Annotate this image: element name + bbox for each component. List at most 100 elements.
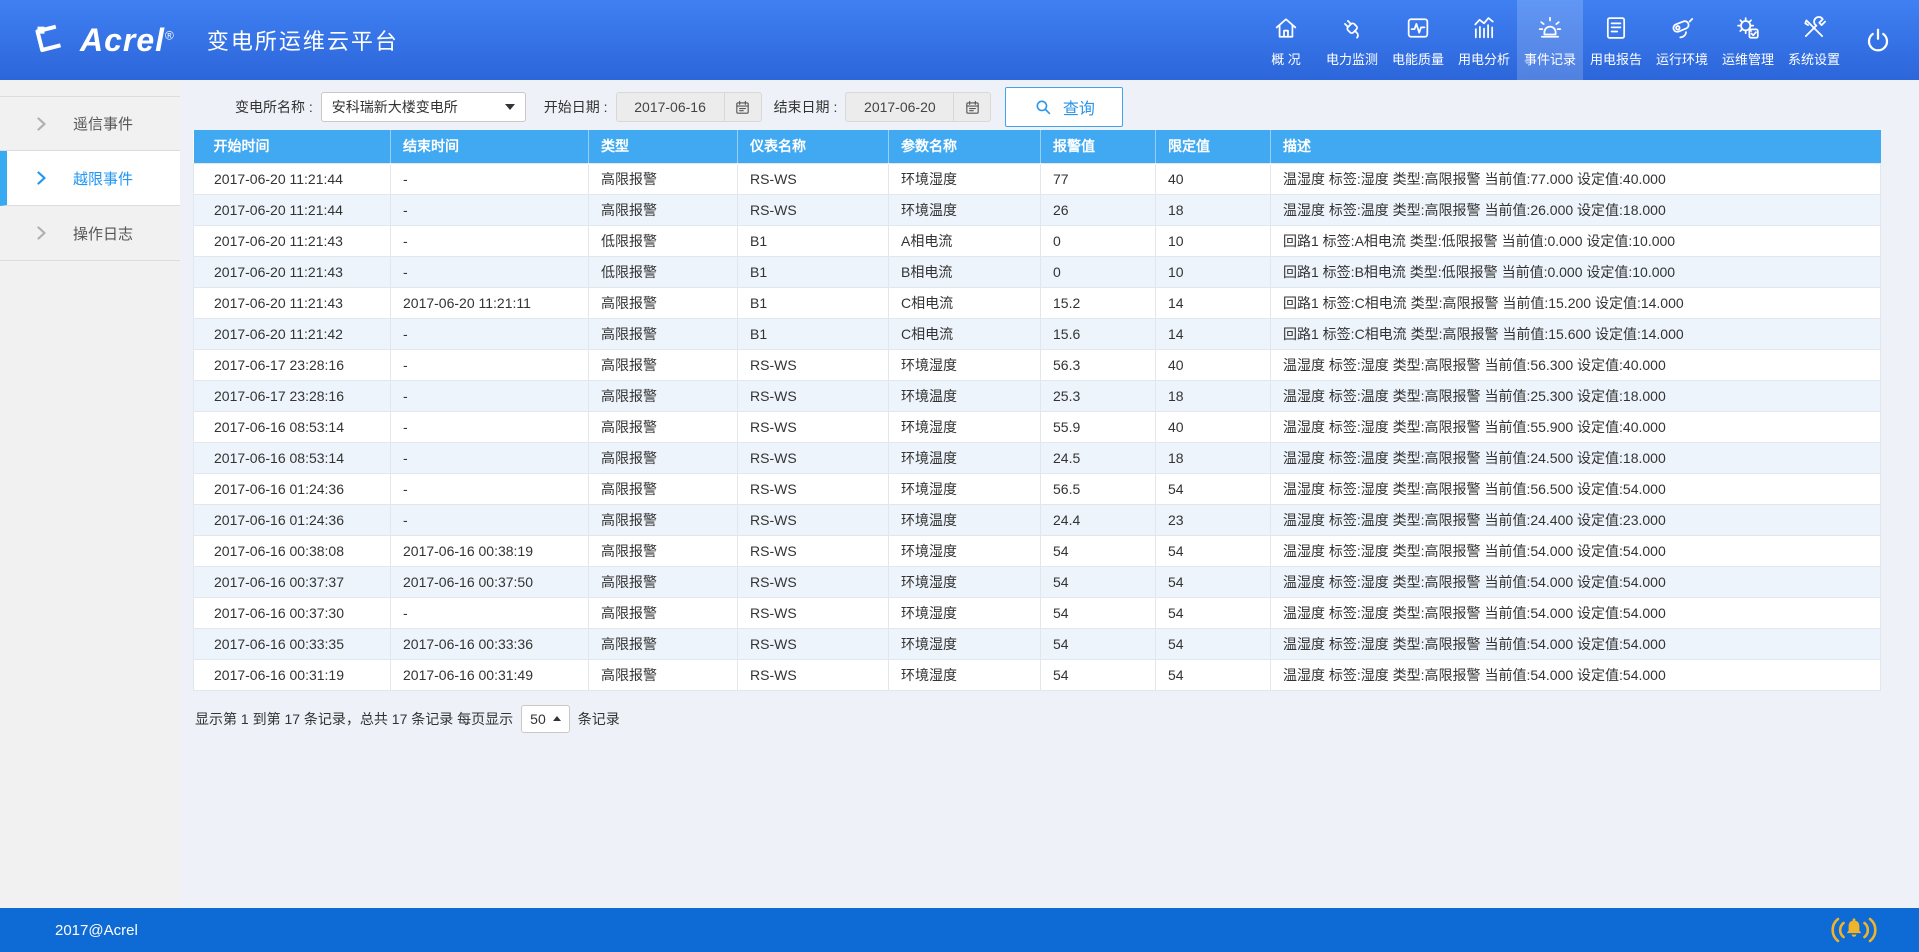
table-cell: 温湿度 标签:湿度 类型:高限报警 当前值:54.000 设定值:54.000 <box>1271 535 1881 566</box>
query-button-label: 查询 <box>1063 95 1095 119</box>
column-header-4: 参数名称 <box>889 130 1041 163</box>
table-cell: 2017-06-17 23:28:16 <box>194 380 391 411</box>
table-row: 2017-06-16 00:37:372017-06-16 00:37:50高限… <box>194 566 1881 597</box>
logo-text: Acrel® <box>80 22 175 59</box>
nav-item-event-records[interactable]: 事件记录 <box>1517 0 1583 80</box>
sidebar-item-label: 遥信事件 <box>73 113 133 134</box>
table-cell: 高限报警 <box>589 628 738 659</box>
acrel-logo-icon <box>30 20 70 60</box>
table-cell: RS-WS <box>738 535 889 566</box>
table-cell: 77 <box>1041 163 1156 194</box>
station-select-value: 安科瑞新大楼变电所 <box>332 97 458 117</box>
table-cell: 24.5 <box>1041 442 1156 473</box>
sidebar-item-operation-log[interactable]: 操作日志 <box>0 206 180 261</box>
nav-item-power-monitoring[interactable]: 电力监测 <box>1319 0 1385 80</box>
query-button[interactable]: 查询 <box>1005 87 1123 127</box>
start-date-input[interactable] <box>616 92 724 122</box>
table-cell: 环境湿度 <box>889 163 1041 194</box>
top-nav: 概 况 电力监测 电能质量 <box>1253 0 1919 80</box>
table-cell: 温湿度 标签:湿度 类型:高限报警 当前值:55.900 设定值:40.000 <box>1271 411 1881 442</box>
nav-item-settings[interactable]: 系统设置 <box>1781 0 1847 80</box>
table-cell: 回路1 标签:C相电流 类型:高限报警 当前值:15.600 设定值:14.00… <box>1271 318 1881 349</box>
table-cell: 高限报警 <box>589 504 738 535</box>
station-select[interactable]: 安科瑞新大楼变电所 <box>321 92 526 122</box>
power-icon <box>1863 25 1893 55</box>
nav-item-usage-report[interactable]: 用电报告 <box>1583 0 1649 80</box>
table-cell: - <box>391 597 589 628</box>
sidebar-item-limit-exceed-events[interactable]: 越限事件 <box>0 151 180 206</box>
nav-item-power-quality[interactable]: 电能质量 <box>1385 0 1451 80</box>
table-cell: 54 <box>1156 628 1271 659</box>
table-cell: RS-WS <box>738 473 889 504</box>
table-row: 2017-06-16 01:24:36-高限报警RS-WS环境温度24.423温… <box>194 504 1881 535</box>
start-date-label: 开始日期 : <box>544 97 608 117</box>
table-cell: 54 <box>1156 566 1271 597</box>
search-icon <box>1034 98 1053 117</box>
nav-item-maintenance[interactable]: 运维管理 <box>1715 0 1781 80</box>
table-cell: 2017-06-16 00:33:35 <box>194 628 391 659</box>
page-size-select[interactable]: 50 <box>521 705 570 733</box>
table-cell: 2017-06-16 01:24:36 <box>194 473 391 504</box>
table-cell: 2017-06-16 00:38:08 <box>194 535 391 566</box>
table-cell: - <box>391 194 589 225</box>
table-cell: 14 <box>1156 318 1271 349</box>
table-cell: B相电流 <box>889 256 1041 287</box>
table-cell: 56.5 <box>1041 473 1156 504</box>
table-cell: 低限报警 <box>589 225 738 256</box>
start-date-picker-button[interactable] <box>724 92 762 122</box>
pagination-summary: 显示第 1 到第 17 条记录，总共 17 条记录 每页显示 <box>195 709 513 729</box>
end-date-input[interactable] <box>845 92 953 122</box>
table-cell: 环境湿度 <box>889 659 1041 690</box>
logout-button[interactable] <box>1847 0 1909 80</box>
calendar-icon <box>734 99 751 116</box>
table-row: 2017-06-17 23:28:16-高限报警RS-WS环境温度25.318温… <box>194 380 1881 411</box>
bar-chart-icon <box>1470 14 1498 42</box>
table-cell: - <box>391 349 589 380</box>
column-header-3: 仪表名称 <box>738 130 889 163</box>
table-cell: 2017-06-16 00:37:37 <box>194 566 391 597</box>
table-cell: - <box>391 380 589 411</box>
chevron-right-icon <box>36 171 47 185</box>
table-cell: - <box>391 225 589 256</box>
table-cell: RS-WS <box>738 349 889 380</box>
table-cell: - <box>391 318 589 349</box>
nav-item-label: 用电报告 <box>1590 49 1642 68</box>
table-cell: 18 <box>1156 442 1271 473</box>
table-cell: 高限报警 <box>589 163 738 194</box>
table-cell: RS-WS <box>738 163 889 194</box>
table-cell: 40 <box>1156 349 1271 380</box>
table-cell: 24.4 <box>1041 504 1156 535</box>
table-cell: 高限报警 <box>589 597 738 628</box>
table-cell: B1 <box>738 225 889 256</box>
table-cell: 2017-06-16 00:33:36 <box>391 628 589 659</box>
table-cell: C相电流 <box>889 287 1041 318</box>
sidebar-item-remote-signal-events[interactable]: 遥信事件 <box>0 96 180 151</box>
table-cell: 15.2 <box>1041 287 1156 318</box>
copyright-text: 2017@Acrel <box>55 922 138 939</box>
table-cell: 高限报警 <box>589 659 738 690</box>
table-cell: 0 <box>1041 225 1156 256</box>
alarm-bell-button[interactable] <box>1831 915 1877 945</box>
table-cell: 环境湿度 <box>889 349 1041 380</box>
table-cell: 2017-06-16 00:31:49 <box>391 659 589 690</box>
table-cell: 55.9 <box>1041 411 1156 442</box>
nav-item-overview[interactable]: 概 况 <box>1253 0 1319 80</box>
table-row: 2017-06-20 11:21:44-高限报警RS-WS环境温度2618温湿度… <box>194 194 1881 225</box>
table-cell: - <box>391 504 589 535</box>
plug-icon <box>1338 14 1366 42</box>
table-cell: 2017-06-16 00:37:50 <box>391 566 589 597</box>
table-cell: 54 <box>1041 597 1156 628</box>
table-cell: 高限报警 <box>589 411 738 442</box>
table-row: 2017-06-17 23:28:16-高限报警RS-WS环境湿度56.340温… <box>194 349 1881 380</box>
nav-item-usage-analysis[interactable]: 用电分析 <box>1451 0 1517 80</box>
main-panel: 变电所名称 : 安科瑞新大楼变电所 开始日期 : <box>180 80 1919 908</box>
ringing-bell-icon <box>1831 915 1877 945</box>
home-icon <box>1272 14 1300 42</box>
table-row: 2017-06-16 00:31:192017-06-16 00:31:49高限… <box>194 659 1881 690</box>
table-cell: RS-WS <box>738 597 889 628</box>
nav-item-environment[interactable]: 运行环境 <box>1649 0 1715 80</box>
table-cell: 高限报警 <box>589 287 738 318</box>
table-cell: 54 <box>1156 659 1271 690</box>
end-date-picker-button[interactable] <box>953 92 991 122</box>
table-cell: 环境湿度 <box>889 411 1041 442</box>
